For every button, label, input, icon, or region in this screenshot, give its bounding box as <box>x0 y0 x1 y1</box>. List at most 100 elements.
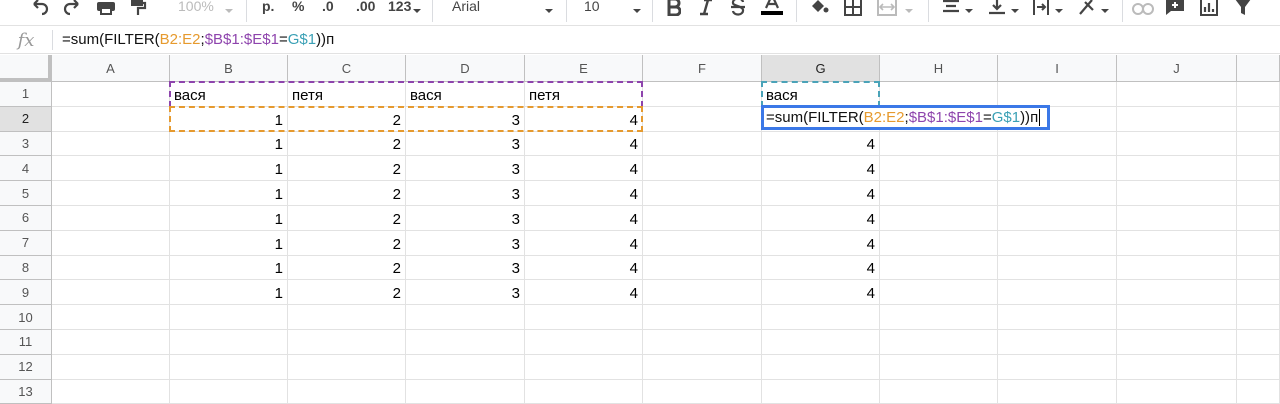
column-header-g[interactable]: G <box>762 55 880 82</box>
filter-icon[interactable] <box>1232 0 1254 16</box>
column-header-b[interactable]: B <box>170 55 288 82</box>
cell-c5[interactable]: 2 <box>288 181 406 206</box>
italic-icon[interactable] <box>696 0 716 16</box>
cell-g5[interactable]: 4 <box>762 181 880 206</box>
cell-k7[interactable] <box>1237 230 1280 256</box>
cell-h13[interactable] <box>880 379 998 404</box>
cell-j13[interactable] <box>1117 379 1237 404</box>
cell-b9[interactable]: 1 <box>170 280 288 306</box>
row-header-10[interactable]: 10 <box>0 305 52 330</box>
cell-e8[interactable]: 4 <box>525 255 643 281</box>
font-size-select[interactable]: 10 <box>584 0 600 14</box>
cell-d1[interactable]: вася <box>406 82 525 107</box>
borders-icon[interactable] <box>842 0 864 16</box>
cell-j9[interactable] <box>1117 280 1237 306</box>
cell-b3[interactable]: 1 <box>170 131 288 157</box>
cell-e7[interactable]: 4 <box>525 230 643 256</box>
cell-j4[interactable] <box>1117 156 1237 182</box>
cell-j2[interactable] <box>1117 106 1237 132</box>
row-header-1[interactable]: 1 <box>0 82 52 107</box>
horizontal-align-icon[interactable] <box>940 0 962 16</box>
cell-i10[interactable] <box>998 305 1117 330</box>
undo-icon[interactable] <box>28 0 52 16</box>
cell-k12[interactable] <box>1237 354 1280 380</box>
cell-g1[interactable]: вася <box>762 82 880 107</box>
cell-f2[interactable] <box>643 106 762 132</box>
cell-b11[interactable] <box>170 330 288 355</box>
row-header-4[interactable]: 4 <box>0 156 52 182</box>
cell-d2[interactable]: 3 <box>406 106 525 132</box>
cell-b6[interactable]: 1 <box>170 206 288 231</box>
cell-h12[interactable] <box>880 354 998 380</box>
cell-h1[interactable] <box>880 82 998 107</box>
cell-d3[interactable]: 3 <box>406 131 525 157</box>
cell-i3[interactable] <box>998 131 1117 157</box>
decrease-decimal-button[interactable]: .0 <box>322 0 334 14</box>
cell-h5[interactable] <box>880 181 998 206</box>
cell-b10[interactable] <box>170 305 288 330</box>
row-header-7[interactable]: 7 <box>0 230 52 256</box>
cell-e3[interactable]: 4 <box>525 131 643 157</box>
column-header-c[interactable]: C <box>288 55 406 82</box>
cell-d9[interactable]: 3 <box>406 280 525 306</box>
cell-h8[interactable] <box>880 255 998 281</box>
cell-d11[interactable] <box>406 330 525 355</box>
cell-a10[interactable] <box>52 305 170 330</box>
increase-decimal-button[interactable]: .00 <box>356 0 375 14</box>
font-size-chevron-icon[interactable] <box>630 0 644 16</box>
column-header-j[interactable]: J <box>1117 55 1237 82</box>
cell-c3[interactable]: 2 <box>288 131 406 157</box>
cell-a8[interactable] <box>52 255 170 281</box>
row-header-11[interactable]: 11 <box>0 330 52 355</box>
cell-a11[interactable] <box>52 330 170 355</box>
cell-d4[interactable]: 3 <box>406 156 525 182</box>
bold-icon[interactable] <box>664 0 684 16</box>
cell-j11[interactable] <box>1117 330 1237 355</box>
cell-a9[interactable] <box>52 280 170 306</box>
cell-i13[interactable] <box>998 379 1117 404</box>
cell-f12[interactable] <box>643 354 762 380</box>
formula-input[interactable]: =sum(FILTER(B2:E2;$B$1:$E$1=G$1))п <box>62 31 334 48</box>
row-header-12[interactable]: 12 <box>0 354 52 380</box>
cell-c11[interactable] <box>288 330 406 355</box>
cell-h7[interactable] <box>880 230 998 256</box>
column-header-a[interactable]: A <box>52 55 170 82</box>
text-rotation-icon[interactable] <box>1076 0 1098 16</box>
cell-k8[interactable] <box>1237 255 1280 281</box>
cell-f11[interactable] <box>643 330 762 355</box>
cell-f8[interactable] <box>643 255 762 281</box>
cell-e9[interactable]: 4 <box>525 280 643 306</box>
vertical-align-chevron-icon[interactable] <box>1008 0 1022 16</box>
cell-c7[interactable]: 2 <box>288 230 406 256</box>
font-family-select[interactable]: Arial <box>452 0 480 14</box>
column-header-partial[interactable] <box>1237 55 1280 82</box>
cell-i1[interactable] <box>998 82 1117 107</box>
column-header-f[interactable]: F <box>643 55 762 82</box>
zoom-select[interactable]: 100% <box>178 0 214 14</box>
cell-h6[interactable] <box>880 206 998 231</box>
cell-f3[interactable] <box>643 131 762 157</box>
cell-c12[interactable] <box>288 354 406 380</box>
cell-k5[interactable] <box>1237 181 1280 206</box>
cell-a2[interactable] <box>52 106 170 132</box>
cell-a4[interactable] <box>52 156 170 182</box>
cell-g3[interactable]: 4 <box>762 131 880 157</box>
cell-b8[interactable]: 1 <box>170 255 288 281</box>
cell-j5[interactable] <box>1117 181 1237 206</box>
cell-c9[interactable]: 2 <box>288 280 406 306</box>
horizontal-align-chevron-icon[interactable] <box>962 0 976 16</box>
cell-g8[interactable]: 4 <box>762 255 880 281</box>
text-wrap-chevron-icon[interactable] <box>1052 0 1066 16</box>
cell-e4[interactable]: 4 <box>525 156 643 182</box>
cell-d6[interactable]: 3 <box>406 206 525 231</box>
row-header-5[interactable]: 5 <box>0 181 52 206</box>
cell-f10[interactable] <box>643 305 762 330</box>
cell-i7[interactable] <box>998 230 1117 256</box>
row-header-3[interactable]: 3 <box>0 131 52 157</box>
cell-i5[interactable] <box>998 181 1117 206</box>
insert-link-icon[interactable] <box>1132 0 1154 16</box>
cell-e12[interactable] <box>525 354 643 380</box>
cell-e6[interactable]: 4 <box>525 206 643 231</box>
cell-a12[interactable] <box>52 354 170 380</box>
font-family-chevron-icon[interactable] <box>542 0 556 16</box>
